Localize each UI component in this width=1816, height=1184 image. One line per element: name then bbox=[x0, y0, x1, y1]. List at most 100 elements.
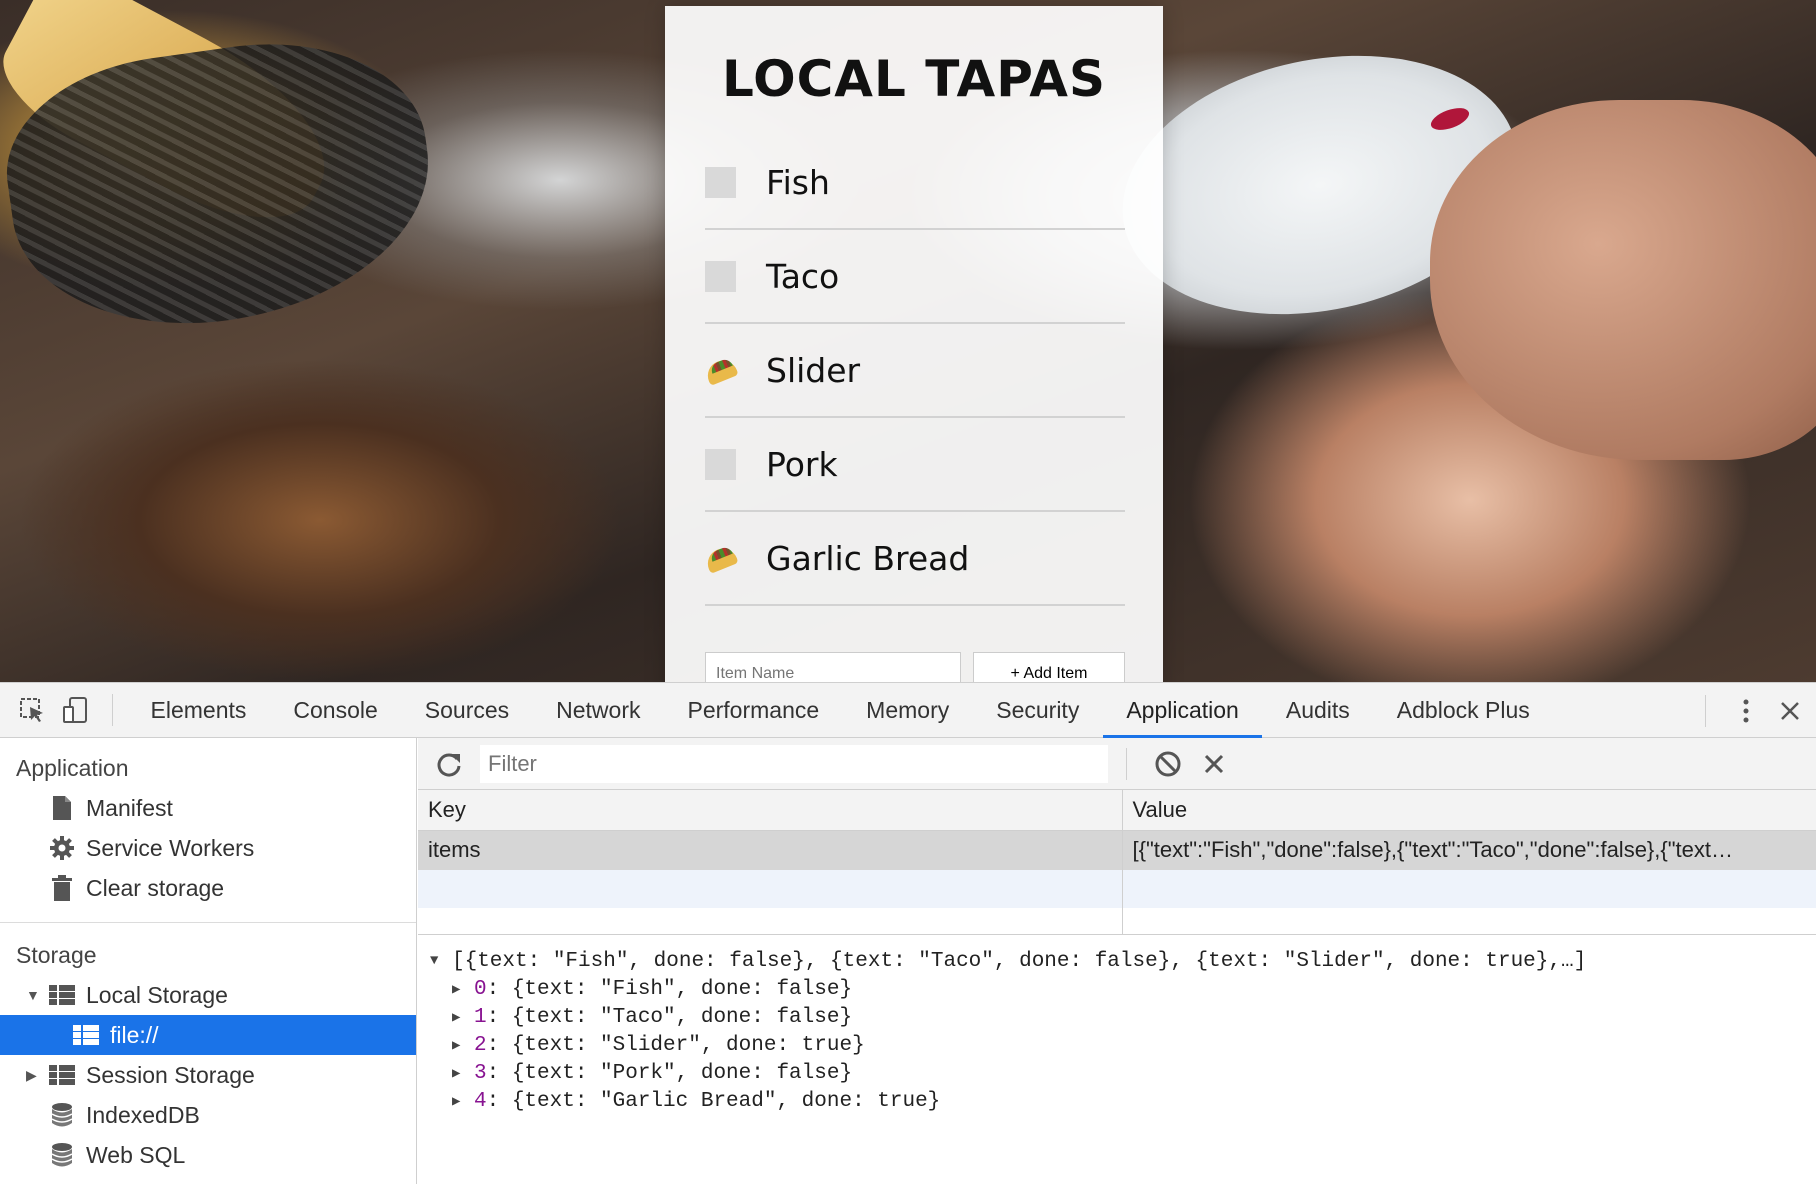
sidebar-item-label: file:// bbox=[110, 1021, 159, 1048]
sidebar-item-service-workers[interactable]: Service Workers bbox=[0, 828, 416, 868]
checkbox-checked[interactable] bbox=[705, 355, 736, 386]
tab-adblock-plus[interactable]: Adblock Plus bbox=[1373, 683, 1553, 738]
expand-right-icon[interactable]: ▶ bbox=[452, 1065, 474, 1082]
add-item-button[interactable]: + Add Item bbox=[973, 652, 1125, 682]
list-item[interactable]: Garlic Bread bbox=[705, 512, 1125, 606]
preview-child[interactable]: ▶ 0 : {text: "Fish", done: false} bbox=[430, 975, 1816, 1003]
device-icon bbox=[63, 697, 87, 723]
storage-view: Key Value items [{"text":"Fish","done":f… bbox=[418, 738, 1816, 1184]
sidebar-item-file-origin[interactable]: file:// bbox=[0, 1015, 416, 1055]
key-column-header[interactable]: Key bbox=[418, 790, 1123, 831]
page-viewport: LOCAL TAPAS Fish Taco Slider Pork Garlic… bbox=[0, 0, 1816, 682]
taco-icon bbox=[706, 547, 736, 569]
todo-card: LOCAL TAPAS Fish Taco Slider Pork Garlic… bbox=[665, 6, 1163, 682]
sidebar-item-label: Service Workers bbox=[86, 834, 255, 861]
sidebar-item-clear-storage[interactable]: Clear storage bbox=[0, 868, 416, 908]
preview-child[interactable]: ▶ 3 : {text: "Pork", done: false} bbox=[430, 1059, 1816, 1087]
value-cell[interactable]: [{"text":"Fish","done":false},{"text":"T… bbox=[1122, 830, 1816, 870]
value-cell[interactable] bbox=[1122, 870, 1816, 908]
tab-application[interactable]: Application bbox=[1102, 683, 1263, 738]
sidebar-item-label: Manifest bbox=[86, 794, 173, 821]
kebab-menu-icon bbox=[1743, 699, 1749, 722]
tab-network[interactable]: Network bbox=[533, 683, 664, 738]
table-header-row: Key Value bbox=[418, 790, 1816, 831]
value-column-header[interactable]: Value bbox=[1122, 790, 1816, 831]
key-cell bbox=[418, 908, 1123, 934]
sidebar-item-label: Clear storage bbox=[86, 874, 225, 901]
filter-input[interactable] bbox=[480, 744, 1108, 783]
tab-performance[interactable]: Performance bbox=[664, 683, 843, 738]
checkbox[interactable] bbox=[705, 448, 736, 480]
checkbox[interactable] bbox=[705, 166, 736, 198]
tab-memory[interactable]: Memory bbox=[843, 683, 973, 738]
tab-audits[interactable]: Audits bbox=[1262, 683, 1373, 738]
sidebar-section-storage: Storage bbox=[16, 941, 97, 968]
tab-console[interactable]: Console bbox=[270, 683, 401, 738]
item-name-input[interactable] bbox=[705, 652, 961, 682]
tab-security[interactable]: Security bbox=[973, 683, 1103, 738]
preview-summary: [{text: "Fish", done: false}, {text: "Ta… bbox=[452, 949, 1587, 973]
device-toolbar-button[interactable] bbox=[54, 683, 98, 738]
list-item[interactable]: Slider bbox=[705, 324, 1125, 418]
storage-toolbar bbox=[418, 738, 1816, 790]
item-label: Pork bbox=[766, 444, 838, 484]
expand-right-icon[interactable]: ▶ bbox=[26, 1067, 42, 1084]
sidebar-item-websql[interactable]: Web SQL bbox=[0, 1135, 416, 1175]
list-item[interactable]: Pork bbox=[705, 418, 1125, 512]
list-item[interactable]: Fish bbox=[705, 136, 1125, 230]
sidebar-divider bbox=[0, 922, 416, 923]
sidebar-item-local-storage[interactable]: ▼ Local Storage bbox=[0, 975, 416, 1015]
key-cell[interactable] bbox=[418, 870, 1123, 908]
expand-right-icon[interactable]: ▶ bbox=[452, 1093, 474, 1110]
database-icon bbox=[48, 1101, 76, 1129]
app-title: LOCAL TAPAS bbox=[722, 50, 1106, 108]
preview-index: 3 bbox=[474, 1061, 487, 1085]
key-cell[interactable]: items bbox=[418, 830, 1123, 870]
table-row-empty[interactable] bbox=[418, 870, 1816, 908]
preview-child[interactable]: ▶ 2 : {text: "Slider", done: true} bbox=[430, 1031, 1816, 1059]
item-label: Garlic Bread bbox=[766, 538, 970, 578]
add-item-form: + Add Item bbox=[705, 652, 1125, 682]
checkbox-checked[interactable] bbox=[705, 543, 736, 574]
item-label: Fish bbox=[766, 162, 830, 202]
refresh-button[interactable] bbox=[418, 738, 480, 790]
list-item[interactable]: Taco bbox=[705, 230, 1125, 324]
tabbar-actions bbox=[1705, 683, 1816, 738]
delete-selected-button[interactable] bbox=[1191, 738, 1237, 790]
preview-child[interactable]: ▶ 4 : {text: "Garlic Bread", done: true} bbox=[430, 1087, 1816, 1115]
sidebar-section-application: Application bbox=[16, 754, 129, 781]
tab-elements[interactable]: Elements bbox=[127, 683, 270, 738]
sidebar-item-label: Session Storage bbox=[86, 1061, 255, 1088]
sidebar-item-indexeddb[interactable]: IndexedDB bbox=[0, 1095, 416, 1135]
checkbox[interactable] bbox=[705, 260, 736, 292]
refresh-icon bbox=[437, 753, 461, 777]
expand-down-icon[interactable]: ▼ bbox=[26, 987, 42, 1003]
expand-right-icon[interactable]: ▶ bbox=[452, 981, 474, 998]
preview-value: : {text: "Slider", done: true} bbox=[486, 1033, 865, 1057]
application-sidebar: Application Manifest Service Workers Cle… bbox=[0, 738, 417, 1184]
more-options-button[interactable] bbox=[1724, 683, 1768, 738]
item-label: Slider bbox=[766, 350, 861, 390]
clear-all-button[interactable] bbox=[1145, 738, 1191, 790]
block-icon bbox=[1155, 751, 1181, 776]
trash-icon bbox=[48, 874, 76, 902]
toolbar-divider bbox=[1705, 694, 1706, 727]
expand-down-icon[interactable]: ▼ bbox=[430, 953, 452, 969]
sidebar-item-manifest[interactable]: Manifest bbox=[0, 788, 416, 828]
devtools-panel: Elements Console Sources Network Perform… bbox=[0, 682, 1816, 1184]
preview-root[interactable]: ▼ [{text: "Fish", done: false}, {text: "… bbox=[430, 947, 1816, 975]
expand-right-icon[interactable]: ▶ bbox=[452, 1037, 474, 1054]
tab-sources[interactable]: Sources bbox=[401, 683, 532, 738]
preview-value: : {text: "Taco", done: false} bbox=[486, 1005, 853, 1029]
sidebar-item-label: Web SQL bbox=[86, 1141, 186, 1168]
table-row[interactable]: items [{"text":"Fish","done":false},{"te… bbox=[418, 830, 1816, 870]
sidebar-item-session-storage[interactable]: ▶ Session Storage bbox=[0, 1055, 416, 1095]
close-devtools-button[interactable] bbox=[1768, 683, 1812, 738]
expand-right-icon[interactable]: ▶ bbox=[452, 1009, 474, 1026]
devtools-tabbar: Elements Console Sources Network Perform… bbox=[0, 683, 1816, 738]
value-preview: ▼ [{text: "Fish", done: false}, {text: "… bbox=[418, 934, 1816, 1115]
sidebar-item-label: IndexedDB bbox=[86, 1101, 200, 1128]
preview-child[interactable]: ▶ 1 : {text: "Taco", done: false} bbox=[430, 1003, 1816, 1031]
inspect-element-button[interactable] bbox=[10, 683, 54, 738]
preview-value: : {text: "Fish", done: false} bbox=[486, 977, 853, 1001]
